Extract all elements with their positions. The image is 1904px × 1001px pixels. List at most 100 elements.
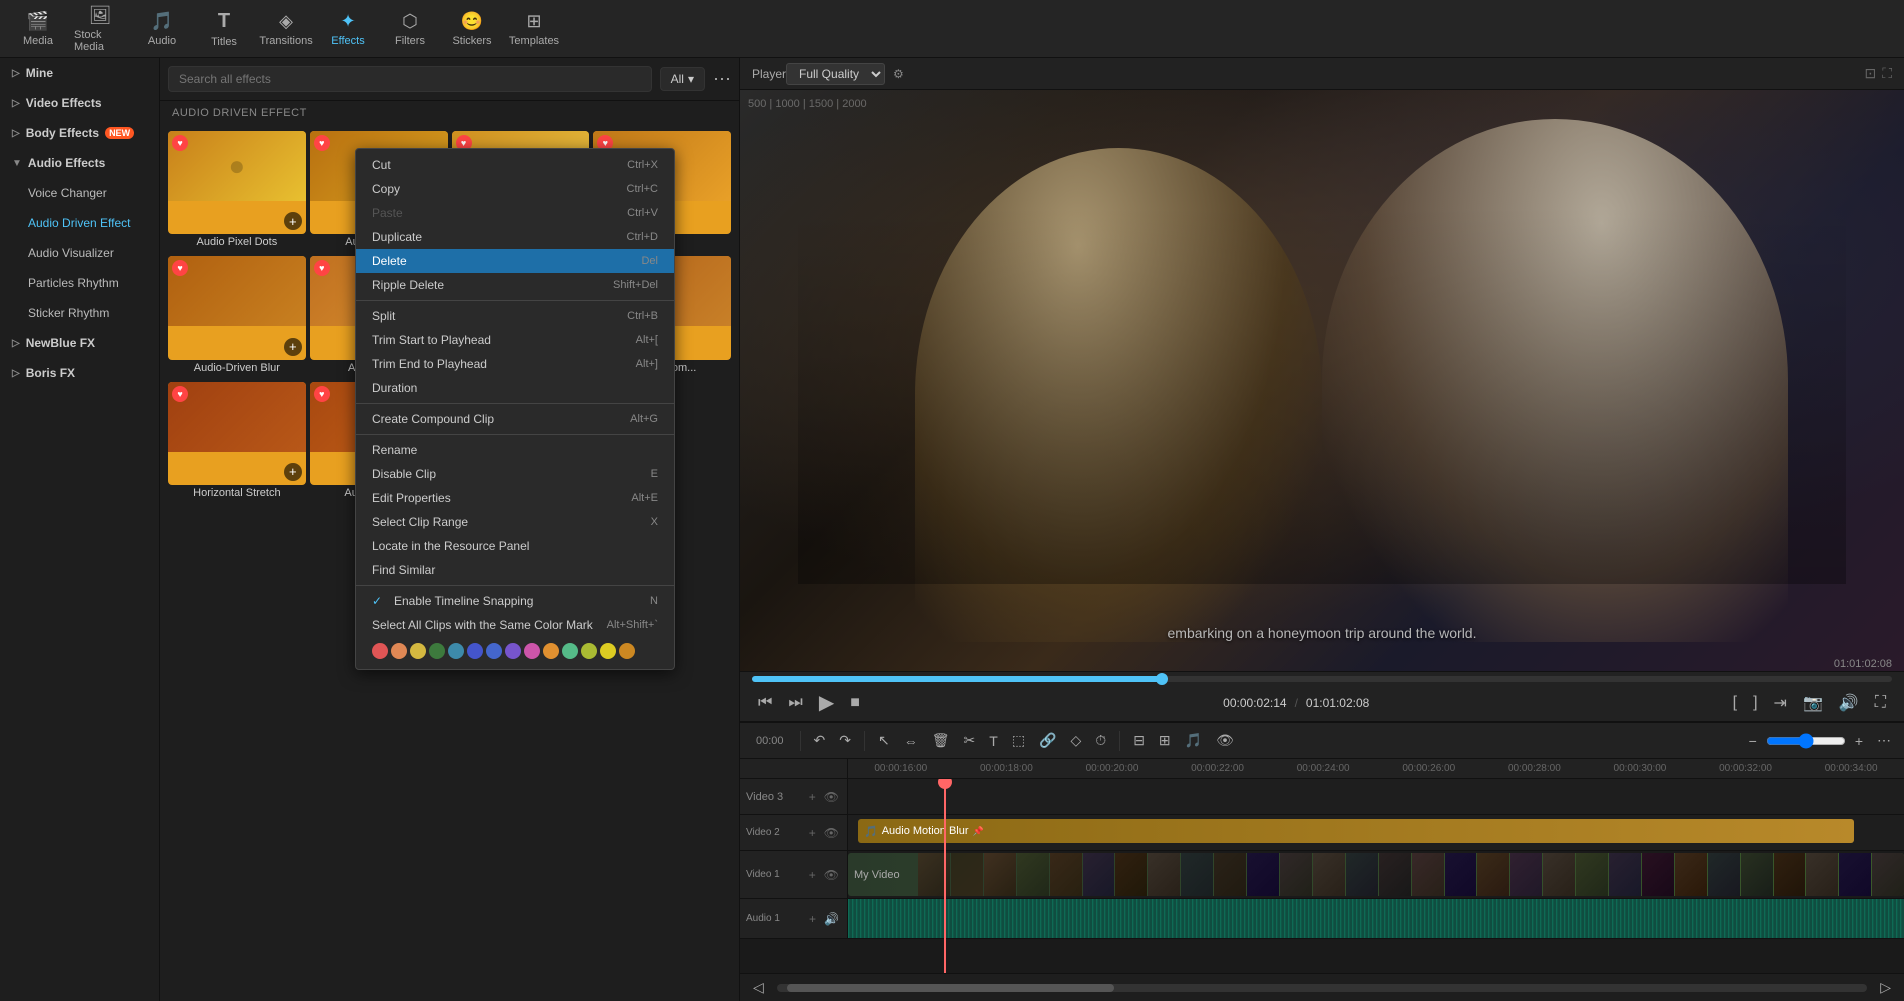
zoom-in-button[interactable]: + bbox=[1850, 730, 1868, 752]
color-swatch-yellow[interactable] bbox=[410, 643, 426, 659]
cursor-button[interactable]: ↖ bbox=[873, 729, 895, 752]
timeline-scrollbar[interactable] bbox=[777, 984, 1867, 992]
sidebar-item-sticker-rhythm[interactable]: Sticker Rhythm bbox=[0, 298, 159, 328]
crop-button[interactable]: ⬚ bbox=[1007, 729, 1030, 752]
track-eye-video3[interactable]: 👁 bbox=[822, 789, 841, 805]
step-back-button[interactable]: ⏭ bbox=[782, 692, 808, 714]
menu-item-duplicate[interactable]: Duplicate Ctrl+D bbox=[356, 225, 674, 249]
player-progress-handle[interactable] bbox=[1156, 673, 1168, 685]
color-swatch-amber[interactable] bbox=[543, 643, 559, 659]
player-settings-icon[interactable]: ⚙ bbox=[893, 67, 904, 81]
track-add-video2[interactable]: + bbox=[807, 825, 818, 841]
transition-button[interactable]: ◇ bbox=[1065, 729, 1086, 752]
filter-all-button[interactable]: All ▾ bbox=[660, 67, 705, 91]
menu-item-trim-start[interactable]: Trim Start to Playhead Alt+[ bbox=[356, 328, 674, 352]
effect-add-icon2[interactable]: + bbox=[284, 338, 302, 356]
player-window-icon[interactable]: ⊡ bbox=[1864, 65, 1876, 82]
audio-track-button[interactable]: 🎵 bbox=[1180, 729, 1207, 752]
menu-item-cut[interactable]: Cut Ctrl+X bbox=[356, 153, 674, 177]
toolbar-audio[interactable]: 🎵 Audio bbox=[132, 3, 192, 55]
effect-clip-audio-motion-blur[interactable]: 🎵 Audio Motion Blur 📌 bbox=[858, 819, 1854, 843]
eye-button[interactable]: 👁 bbox=[1211, 729, 1239, 752]
sidebar-item-body-effects[interactable]: ▷ Body Effects NEW bbox=[0, 118, 159, 148]
snap-button[interactable]: ⊟ bbox=[1128, 729, 1150, 752]
menu-item-enable-snapping[interactable]: ✓ Enable Timeline Snapping N bbox=[356, 589, 674, 613]
effect-add-icon4[interactable]: + bbox=[284, 463, 302, 481]
effect-add-icon[interactable]: + bbox=[284, 212, 302, 230]
sidebar-item-mine[interactable]: ▷ Mine bbox=[0, 58, 159, 88]
color-swatch-orange[interactable] bbox=[391, 643, 407, 659]
search-input[interactable] bbox=[168, 66, 652, 92]
menu-item-find-similar[interactable]: Find Similar bbox=[356, 558, 674, 582]
text-button[interactable]: T bbox=[984, 730, 1003, 752]
toolbar-media[interactable]: 🎬 Media bbox=[8, 3, 68, 55]
toolbar-filters[interactable]: ⬡ Filters bbox=[380, 3, 440, 55]
menu-item-duration[interactable]: Duration bbox=[356, 376, 674, 400]
color-swatch-indigo[interactable] bbox=[486, 643, 502, 659]
zoom-out-button[interactable]: − bbox=[1744, 730, 1762, 752]
menu-item-create-compound[interactable]: Create Compound Clip Alt+G bbox=[356, 407, 674, 431]
toolbar-effects[interactable]: ✦ Effects bbox=[318, 3, 378, 55]
menu-item-trim-end[interactable]: Trim End to Playhead Alt+] bbox=[356, 352, 674, 376]
scroll-right-button[interactable]: ▷ bbox=[1875, 976, 1896, 999]
snapshot-button[interactable]: 📷 bbox=[1797, 691, 1829, 715]
toolbar-stickers[interactable]: 😊 Stickers bbox=[442, 3, 502, 55]
color-swatch-brown[interactable] bbox=[619, 643, 635, 659]
volume-button[interactable]: 🔊 bbox=[1833, 691, 1865, 715]
sidebar-item-audio-effects[interactable]: ▼ Audio Effects bbox=[0, 148, 159, 178]
track-mute-audio1[interactable]: 🔊 bbox=[822, 911, 841, 927]
more-timeline-button[interactable]: ⋯ bbox=[1872, 729, 1896, 752]
timer-button[interactable]: ⏱ bbox=[1090, 729, 1111, 752]
toolbar-stock-media[interactable]: 🖼 Stock Media bbox=[70, 3, 130, 55]
mark-out-button[interactable]: ] bbox=[1747, 692, 1763, 714]
track-add-video3[interactable]: + bbox=[807, 789, 818, 805]
menu-item-delete[interactable]: Delete Del bbox=[356, 249, 674, 273]
track-eye-video2[interactable]: 👁 bbox=[822, 825, 841, 841]
player-fullscreen-icon[interactable]: ⛶ bbox=[1882, 65, 1892, 82]
play-button[interactable]: ▶ bbox=[813, 688, 840, 717]
zoom-slider[interactable] bbox=[1766, 733, 1846, 749]
undo-button[interactable]: ↶ bbox=[809, 729, 831, 752]
color-swatch-teal[interactable] bbox=[448, 643, 464, 659]
menu-item-select-clip-range[interactable]: Select Clip Range X bbox=[356, 510, 674, 534]
menu-item-disable-clip[interactable]: Disable Clip E bbox=[356, 462, 674, 486]
more-options-button[interactable]: ⋯ bbox=[713, 69, 731, 90]
rewind-button[interactable]: ⏮ bbox=[752, 692, 778, 714]
color-swatch-red[interactable] bbox=[372, 643, 388, 659]
stop-button[interactable]: ■ bbox=[844, 692, 866, 714]
effect-item-audio-driven-blur[interactable]: ♥ + Audio-Driven Blur bbox=[168, 256, 306, 377]
track-add-audio1[interactable]: + bbox=[807, 911, 818, 927]
menu-item-ripple-delete[interactable]: Ripple Delete Shift+Del bbox=[356, 273, 674, 297]
sidebar-item-particles-rhythm[interactable]: Particles Rhythm bbox=[0, 268, 159, 298]
menu-item-locate-resource[interactable]: Locate in the Resource Panel bbox=[356, 534, 674, 558]
fullscreen-button[interactable]: ⛶ bbox=[1869, 692, 1892, 714]
sidebar-item-voice-changer[interactable]: Voice Changer bbox=[0, 178, 159, 208]
mark-in-button[interactable]: [ bbox=[1727, 692, 1743, 714]
sidebar-item-audio-visualizer[interactable]: Audio Visualizer bbox=[0, 238, 159, 268]
sidebar-item-boris-fx[interactable]: ▷ Boris FX bbox=[0, 358, 159, 388]
link-button[interactable]: 🔗 bbox=[1034, 729, 1061, 752]
color-swatch-green[interactable] bbox=[429, 643, 445, 659]
sidebar-item-newblue-fx[interactable]: ▷ NewBlue FX bbox=[0, 328, 159, 358]
toolbar-transitions[interactable]: ◈ Transitions bbox=[256, 3, 316, 55]
effect-item-horizontal-stretch[interactable]: ♥ + Horizontal Stretch bbox=[168, 382, 306, 503]
toolbar-templates[interactable]: ⊞ Templates bbox=[504, 3, 564, 55]
color-swatch-pink[interactable] bbox=[524, 643, 540, 659]
track-add-video1[interactable]: + bbox=[807, 867, 818, 883]
menu-item-copy[interactable]: Copy Ctrl+C bbox=[356, 177, 674, 201]
color-swatch-mint[interactable] bbox=[562, 643, 578, 659]
cut-button[interactable]: ✂ bbox=[959, 729, 981, 752]
effect-item-audio-pixel-dots[interactable]: ● ♥ + Audio Pixel Dots bbox=[168, 131, 306, 252]
delete-button[interactable]: 🗑 bbox=[927, 729, 955, 752]
scrollbar-thumb[interactable] bbox=[787, 984, 1114, 992]
sidebar-item-audio-driven-effect[interactable]: Audio Driven Effect bbox=[0, 208, 159, 238]
video-clip-main[interactable]: My Video bbox=[848, 853, 1904, 896]
ripple-edit-button[interactable]: ⇔ bbox=[899, 730, 923, 752]
toolbar-titles[interactable]: T Titles bbox=[194, 3, 254, 55]
menu-item-split[interactable]: Split Ctrl+B bbox=[356, 304, 674, 328]
player-progress-bar[interactable] bbox=[752, 676, 1892, 682]
scroll-left-button[interactable]: ◁ bbox=[748, 976, 769, 999]
menu-item-edit-properties[interactable]: Edit Properties Alt+E bbox=[356, 486, 674, 510]
go-to-in-button[interactable]: ⇥ bbox=[1768, 691, 1793, 715]
quality-select[interactable]: Full Quality 1/2 Quality 1/4 Quality bbox=[786, 63, 885, 85]
